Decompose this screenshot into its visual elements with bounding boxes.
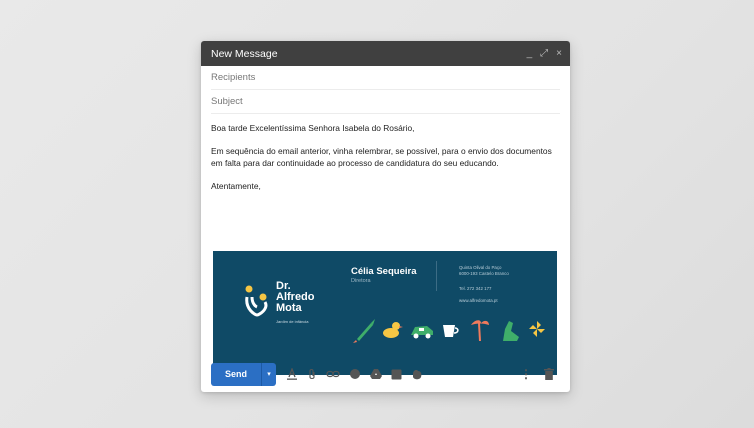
cup-icon — [443, 325, 459, 337]
signature-role: Diretora — [351, 278, 371, 284]
expand-icon[interactable]: ⤢ — [540, 48, 548, 59]
right-tools: ⋮ — [520, 367, 554, 381]
send-button-group: Send ▾ — [211, 362, 277, 386]
send-button[interactable]: Send — [211, 363, 261, 386]
formatting-tools — [286, 368, 423, 381]
format-text-icon[interactable] — [286, 368, 298, 380]
recipients-placeholder: Recipients — [211, 72, 256, 83]
attach-icon[interactable] — [307, 368, 317, 381]
compose-title: New Message — [211, 47, 278, 60]
subject-field[interactable]: Subject — [211, 90, 560, 114]
signature-divider — [436, 261, 437, 291]
logo-line-3: Mota — [276, 302, 302, 314]
signature-phone: Tel. 272 342 177 — [459, 286, 492, 291]
compose-toolbar: Send ▾ ⋮ — [211, 361, 560, 387]
drive-icon[interactable] — [370, 368, 383, 380]
signature-name: Célia Sequeira — [351, 266, 417, 277]
palm-tree-icon — [471, 320, 489, 342]
link-icon[interactable] — [326, 369, 340, 379]
logo-wordmark: Dr. Alfredo Mota — [276, 281, 315, 314]
compose-titlebar[interactable]: New Message _ ⤢ × — [201, 41, 570, 66]
compose-window: New Message _ ⤢ × Recipients Subject Boa… — [201, 41, 570, 392]
toy-illustrations — [353, 319, 545, 343]
school-logo-icon — [245, 285, 268, 317]
pinwheel-icon — [529, 321, 545, 337]
body-closing: Atentamente, — [211, 180, 261, 191]
dinosaur-icon — [503, 321, 519, 341]
close-icon[interactable]: × — [556, 48, 562, 59]
email-signature: Dr. Alfredo Mota Jardim de infância Céli… — [213, 251, 557, 375]
send-options-button[interactable]: ▾ — [261, 362, 276, 386]
subject-placeholder: Subject — [211, 96, 243, 107]
lock-icon[interactable] — [411, 368, 423, 380]
duck-icon — [383, 322, 403, 338]
more-options-icon[interactable]: ⋮ — [520, 367, 532, 381]
photo-icon[interactable] — [391, 369, 402, 380]
signature-address: Quinta Olival do Paço 6000-193 Castelo B… — [459, 265, 509, 277]
trash-icon[interactable] — [544, 368, 554, 380]
emoji-icon[interactable] — [349, 368, 361, 380]
message-body[interactable]: Boa tarde Excelentíssima Senhora Isabela… — [201, 114, 570, 192]
minimize-icon[interactable]: _ — [527, 48, 533, 59]
logo-subtitle: Jardim de infância — [276, 319, 309, 324]
car-icon — [411, 326, 433, 339]
body-greeting: Boa tarde Excelentíssima Senhora Isabela… — [211, 123, 415, 133]
recipients-field[interactable]: Recipients — [211, 66, 560, 90]
signature-website[interactable]: www.alfredomota.pt — [459, 298, 498, 303]
body-paragraph: Em sequência do email anterior, vinha re… — [211, 145, 552, 169]
rocket-icon — [353, 319, 375, 343]
address-line-2: 6000-193 Castelo Branco — [459, 271, 509, 276]
